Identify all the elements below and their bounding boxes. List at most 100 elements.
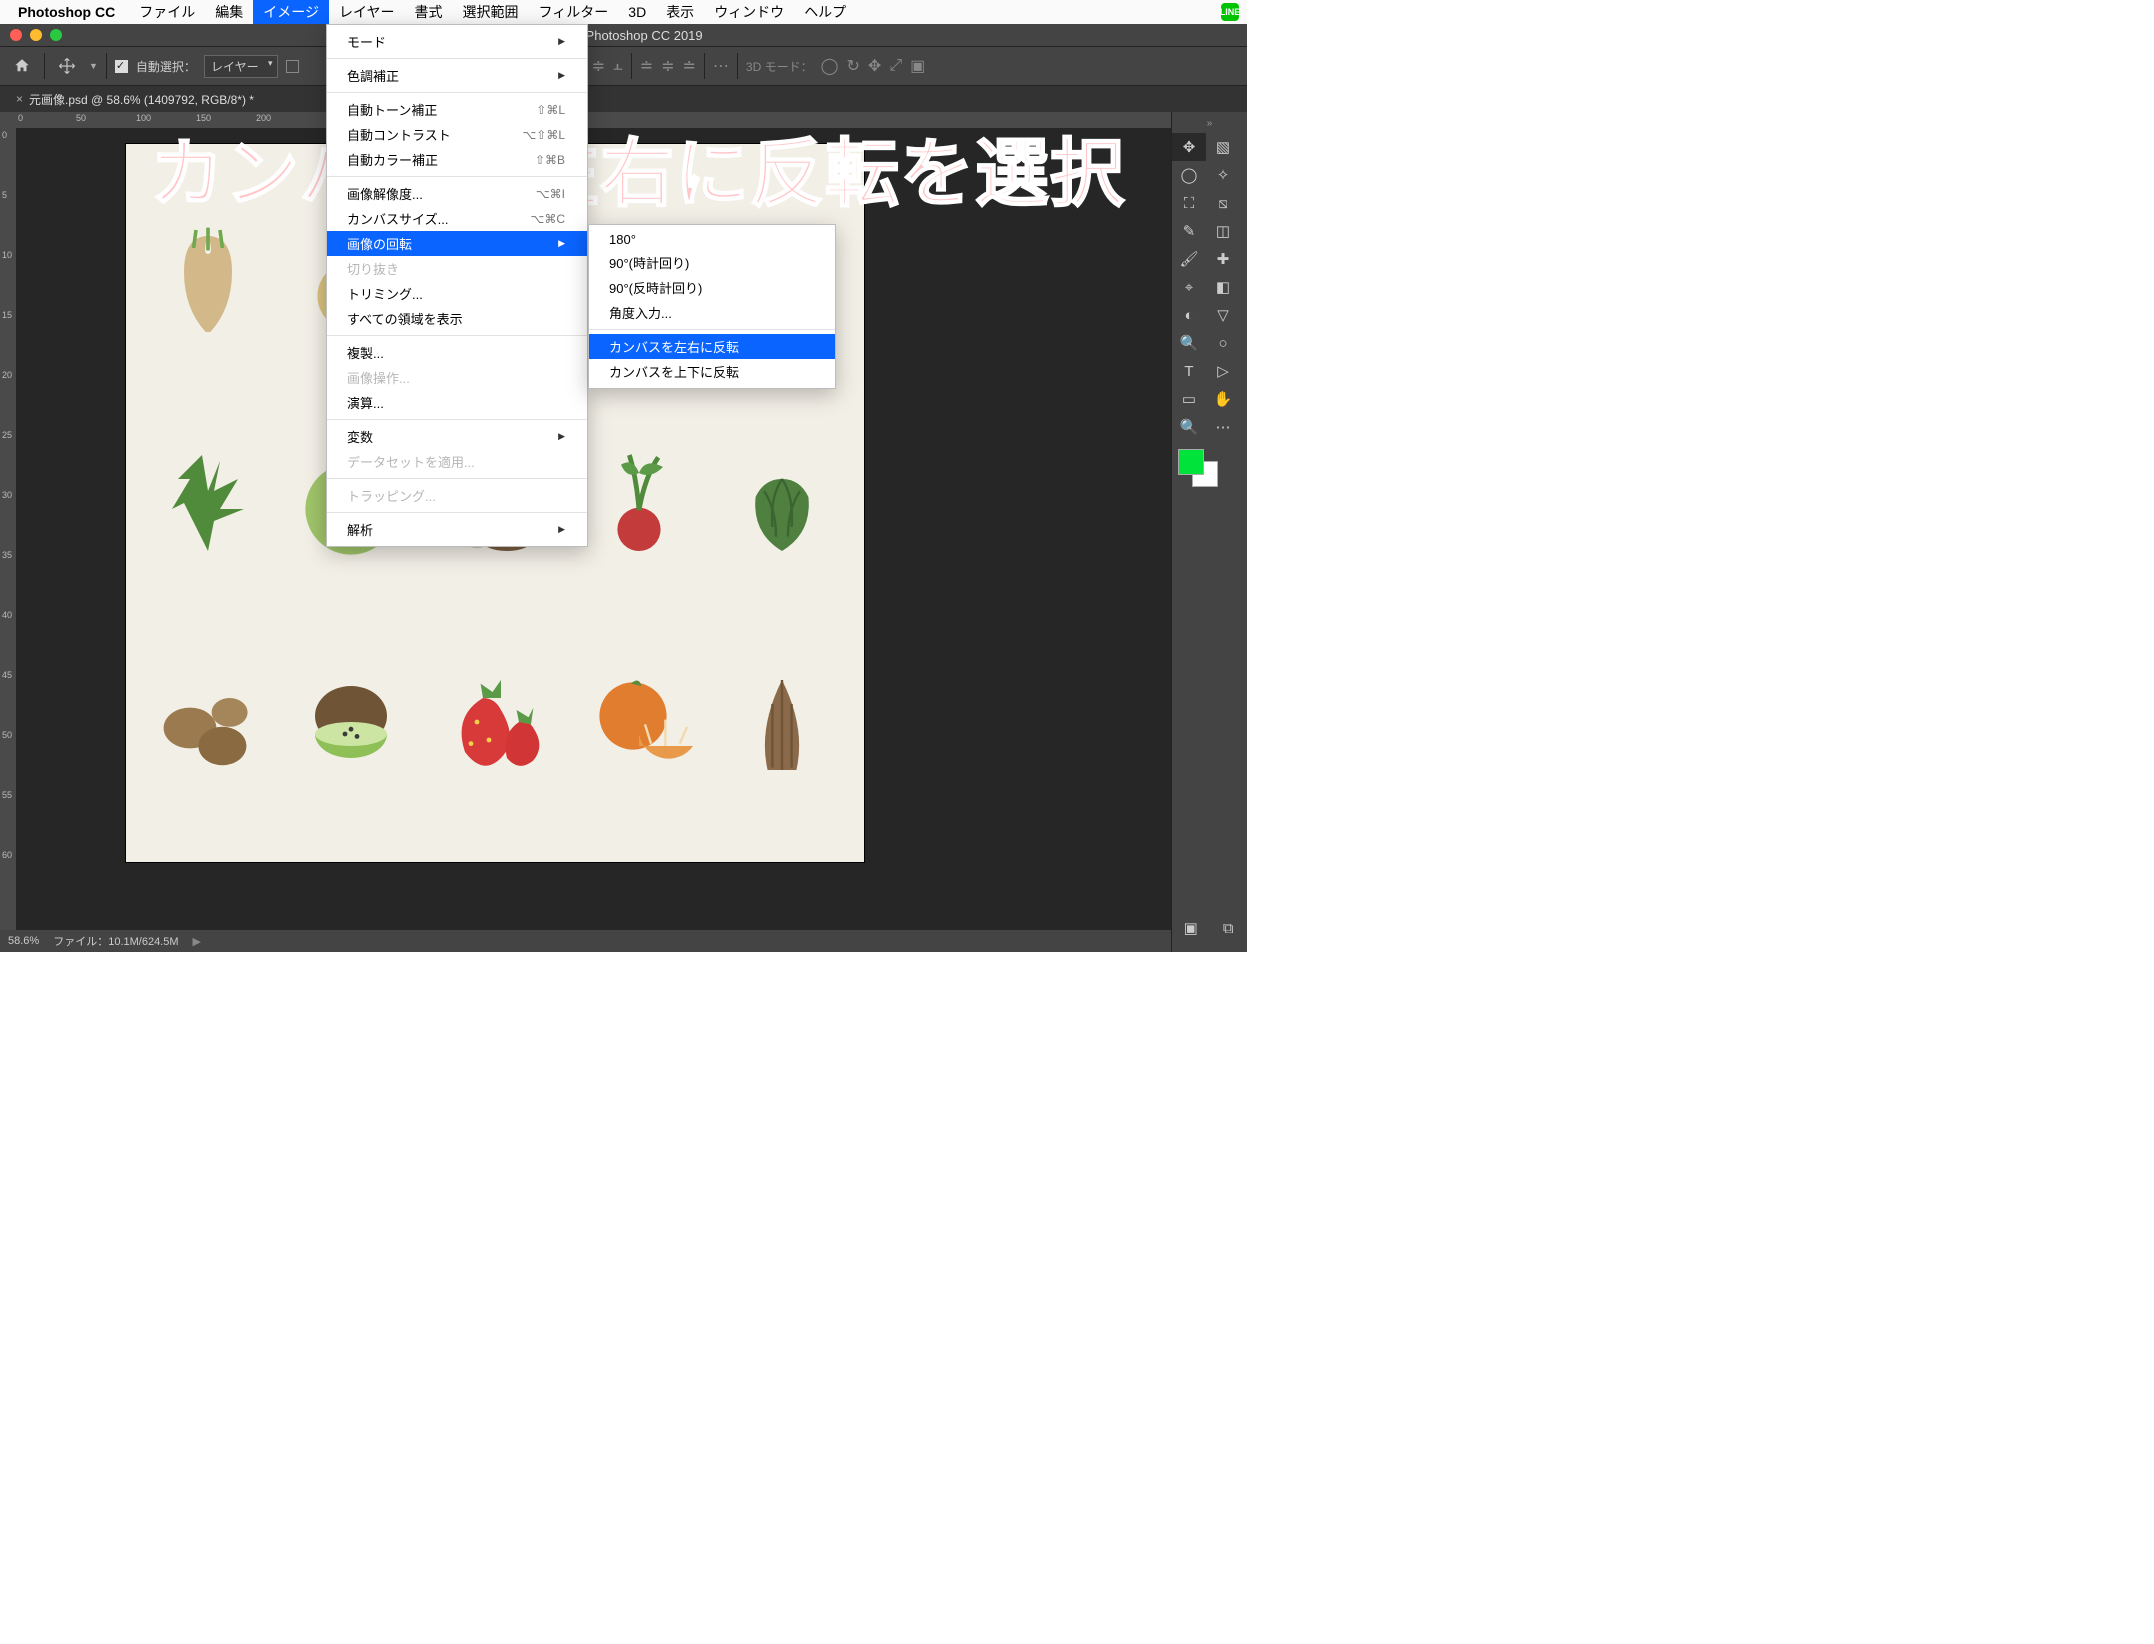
clone-tool[interactable]: ⌖	[1172, 273, 1206, 301]
close-window-button[interactable]	[10, 29, 22, 41]
magic-wand-tool[interactable]: ✧	[1206, 161, 1240, 189]
eraser-tool[interactable]: ◧	[1206, 273, 1240, 301]
auto-select-checkbox[interactable]	[115, 60, 128, 73]
distribute-mid-icon[interactable]: ≑	[661, 56, 674, 76]
rotate-arbitrary[interactable]: 角度入力...	[589, 300, 835, 325]
rotate-90-cw[interactable]: 90°(時計回り)	[589, 250, 835, 275]
title-bar: Adobe Photoshop CC 2019	[0, 24, 1247, 46]
gradient-tool[interactable]: ◐	[1172, 301, 1206, 329]
menu-trim[interactable]: トリミング...	[327, 281, 587, 306]
dodge-tool[interactable]: ○	[1206, 329, 1240, 357]
document-tab-label: 元画像.psd @ 58.6% (1409792, RGB/8*) *	[29, 91, 254, 108]
bucket-tool[interactable]: ▽	[1206, 301, 1240, 329]
menu-view[interactable]: 表示	[656, 0, 704, 25]
mac-menu-bar: Photoshop CC ファイル 編集 イメージ レイヤー 書式 選択範囲 フ…	[0, 0, 1247, 24]
close-tab-icon[interactable]: ×	[16, 92, 23, 106]
menu-file[interactable]: ファイル	[129, 0, 205, 25]
menu-window[interactable]: ウィンドウ	[704, 0, 794, 25]
3d-pan-icon[interactable]: ✥	[868, 56, 881, 76]
align-group: ⫞ ≑ ⫠ ≐ ≑ ≐ ⋯	[576, 53, 729, 79]
screenmode-icon[interactable]: ⧉	[1211, 914, 1245, 942]
transform-controls-checkbox[interactable]	[286, 60, 299, 73]
flip-horizontal[interactable]: カンバスを左右に反転	[589, 334, 835, 359]
menu-reveal-all[interactable]: すべての領域を表示	[327, 306, 587, 331]
menu-type[interactable]: 書式	[405, 0, 453, 25]
menu-analysis[interactable]: 解析	[327, 517, 587, 542]
menu-select[interactable]: 選択範囲	[453, 0, 529, 25]
hand-tool[interactable]: ✋	[1206, 385, 1240, 413]
menu-variables[interactable]: 変数	[327, 424, 587, 449]
more-tools[interactable]: ⋯	[1206, 413, 1240, 441]
tools-panel: » ✥▧ ◯✧ ⛶⧅ ✎◫ 🖌✚ ⌖◧ ◐▽ 🔍○ T▷ ▭✋ 🔍⋯ ▣ ⧉	[1171, 112, 1247, 952]
annotation-overlay: カンバスを左右に反転を選択	[150, 114, 1125, 221]
zoom-tool[interactable]: 🔍	[1172, 413, 1206, 441]
3d-mode-label: 3D モード：	[746, 58, 813, 75]
menu-calculations[interactable]: 演算...	[327, 390, 587, 415]
menu-auto-contrast[interactable]: 自動コントラスト⌥⇧⌘L	[327, 122, 587, 147]
more-align-icon[interactable]: ⋯	[713, 56, 729, 76]
menu-edit[interactable]: 編集	[205, 0, 253, 25]
3d-camera-icon[interactable]: ▣	[910, 56, 925, 76]
blur-tool[interactable]: 🔍	[1172, 329, 1206, 357]
menu-duplicate[interactable]: 複製...	[327, 340, 587, 365]
menu-auto-tone[interactable]: 自動トーン補正⇧⌘L	[327, 97, 587, 122]
image-menu-dropdown: モード 色調補正 自動トーン補正⇧⌘L 自動コントラスト⌥⇧⌘L 自動カラー補正…	[326, 24, 588, 547]
menu-help[interactable]: ヘルプ	[794, 0, 856, 25]
flip-vertical[interactable]: カンバスを上下に反転	[589, 359, 835, 384]
canvas-item	[148, 433, 268, 573]
image-rotation-submenu: 180° 90°(時計回り) 90°(反時計回り) 角度入力... カンバスを左…	[588, 224, 836, 389]
lasso-tool[interactable]: ◯	[1172, 161, 1206, 189]
3d-slide-icon[interactable]: ⤢	[889, 57, 902, 75]
frame-tool[interactable]: ◫	[1206, 217, 1240, 245]
menu-image-size[interactable]: 画像解像度...⌥⌘I	[327, 181, 587, 206]
menu-auto-color[interactable]: 自動カラー補正⇧⌘B	[327, 147, 587, 172]
menu-apply-image: 画像操作...	[327, 365, 587, 390]
menu-layer[interactable]: レイヤー	[329, 0, 405, 25]
move-tool[interactable]: ✥	[1172, 133, 1206, 161]
distribute-top-icon[interactable]: ≐	[640, 56, 653, 76]
eyedropper-tool[interactable]: ✎	[1172, 217, 1206, 245]
brush-tool[interactable]: 🖌	[1172, 245, 1206, 273]
file-info[interactable]: ファイル：10.1M/624.5M	[53, 933, 178, 949]
3d-roll-icon[interactable]: ↻	[847, 56, 860, 76]
move-tool-icon[interactable]	[53, 52, 81, 80]
zoom-level[interactable]: 58.6%	[8, 935, 39, 947]
menu-image-rotation[interactable]: 画像の回転	[327, 231, 587, 256]
foreground-color[interactable]	[1178, 449, 1204, 475]
options-bar: ▼ 自動選択： レイヤー ⫞ ≑ ⫠ ≐ ≑ ≐ ⋯ 3D モード： ◯ ↻ ✥…	[0, 46, 1247, 86]
zoom-window-button[interactable]	[50, 29, 62, 41]
app-name[interactable]: Photoshop CC	[18, 4, 115, 20]
rotate-90-ccw[interactable]: 90°(反時計回り)	[589, 275, 835, 300]
auto-select-label: 自動選択：	[136, 58, 196, 75]
quickmask-icon[interactable]: ▣	[1174, 914, 1208, 942]
document-tab[interactable]: × 元画像.psd @ 58.6% (1409792, RGB/8*) *	[6, 87, 264, 112]
home-icon[interactable]	[8, 52, 36, 80]
3d-orbit-icon[interactable]: ◯	[821, 56, 839, 76]
document-tab-bar: × 元画像.psd @ 58.6% (1409792, RGB/8*) *	[0, 86, 1247, 112]
rotate-180[interactable]: 180°	[589, 229, 835, 250]
menu-mode[interactable]: モード	[327, 29, 587, 54]
line-tray-icon[interactable]: LINE	[1221, 3, 1239, 21]
crop-tool[interactable]: ⛶	[1172, 189, 1206, 217]
type-tool[interactable]: T	[1172, 357, 1206, 385]
menu-image[interactable]: イメージ	[253, 0, 329, 25]
artboard-tool[interactable]: ▧	[1206, 133, 1240, 161]
ruler-vertical: 0 5 10 15 20 25 30 35 40 45 50 55 60	[0, 128, 16, 930]
status-bar: 58.6% ファイル：10.1M/624.5M ▶	[0, 930, 1171, 952]
menu-3d[interactable]: 3D	[618, 1, 656, 23]
menu-apply-dataset: データセットを適用...	[327, 449, 587, 474]
menu-crop: 切り抜き	[327, 256, 587, 281]
distribute-bot-icon[interactable]: ≐	[683, 56, 696, 76]
menu-canvas-size[interactable]: カンバスサイズ...⌥⌘C	[327, 206, 587, 231]
auto-select-dropdown[interactable]: レイヤー	[204, 55, 278, 78]
align-right-icon[interactable]: ⫠	[613, 57, 623, 75]
align-center-icon[interactable]: ≑	[592, 56, 605, 76]
menu-filter[interactable]: フィルター	[529, 0, 619, 25]
color-swatches[interactable]	[1172, 441, 1247, 495]
healing-tool[interactable]: ✚	[1206, 245, 1240, 273]
slice-tool[interactable]: ⧅	[1206, 189, 1240, 217]
menu-adjustments[interactable]: 色調補正	[327, 63, 587, 88]
path-select-tool[interactable]: ▷	[1206, 357, 1240, 385]
rectangle-tool[interactable]: ▭	[1172, 385, 1206, 413]
minimize-window-button[interactable]	[30, 29, 42, 41]
